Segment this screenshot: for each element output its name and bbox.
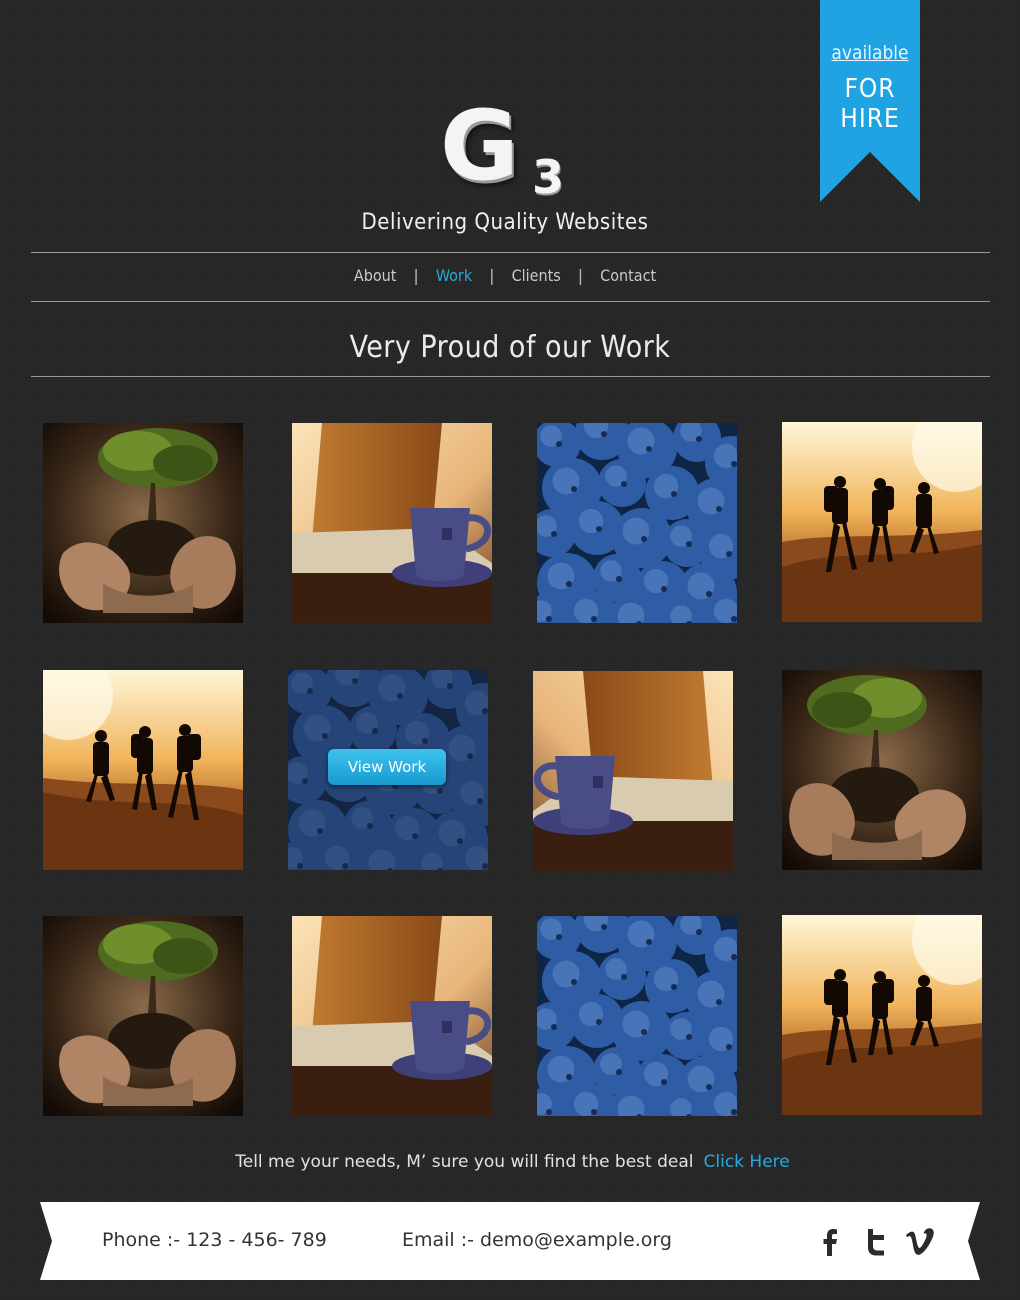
nav-bottom-divider: [31, 301, 990, 302]
footer-phone: Phone :- 123 - 456- 789: [102, 1229, 327, 1251]
portfolio-item-blueberries[interactable]: [537, 916, 737, 1116]
nav-item-work[interactable]: Work: [419, 266, 489, 285]
main-nav: About | Work | Clients | Contact: [0, 266, 1010, 285]
ribbon-hire-text: FOR HIRE: [840, 74, 900, 134]
portfolio-item-hikers[interactable]: [782, 422, 982, 622]
cta-text: Tell me your needs, M’ sure you will fin…: [235, 1152, 694, 1172]
footer-banner: Phone :- 123 - 456- 789 Email :- demo@ex…: [40, 1202, 980, 1280]
portfolio-item-hikers[interactable]: [782, 915, 982, 1115]
cta-line: Tell me your needs, M’ sure you will fin…: [0, 1152, 1020, 1172]
cta-click-here-link[interactable]: Click Here: [704, 1152, 790, 1172]
portfolio-item-hands-tree[interactable]: [782, 670, 982, 870]
view-work-button[interactable]: View Work: [328, 749, 446, 785]
facebook-icon[interactable]: [814, 1226, 846, 1258]
site-logo[interactable]: G 3: [440, 98, 580, 210]
portfolio-item-laptop-cup[interactable]: [533, 671, 733, 871]
logo-letter: G: [440, 90, 519, 202]
section-divider: [31, 376, 990, 377]
for-hire-ribbon[interactable]: available FOR HIRE: [820, 0, 920, 202]
footer-email[interactable]: Email :- demo@example.org: [402, 1229, 672, 1251]
site-tagline: Delivering Quality Websites: [361, 210, 649, 235]
nav-top-divider: [31, 252, 990, 253]
ribbon-available-text: available: [831, 42, 909, 64]
vimeo-icon[interactable]: [904, 1226, 936, 1258]
section-title: Very Proud of our Work: [349, 330, 671, 365]
portfolio-item-hands-tree[interactable]: [43, 423, 243, 623]
portfolio-item-laptop-cup[interactable]: [292, 916, 492, 1116]
twitter-icon[interactable]: [860, 1226, 892, 1258]
logo-number: 3: [532, 150, 565, 204]
portfolio-item-laptop-cup[interactable]: [292, 423, 492, 623]
portfolio-item-blueberries-hover[interactable]: View Work: [288, 670, 488, 870]
nav-item-clients[interactable]: Clients: [495, 266, 578, 285]
portfolio-item-hands-tree[interactable]: [43, 916, 243, 1116]
nav-item-about[interactable]: About: [337, 266, 414, 285]
portfolio-item-blueberries[interactable]: [537, 423, 737, 623]
portfolio-item-hikers[interactable]: [43, 670, 243, 870]
nav-item-contact[interactable]: Contact: [583, 266, 673, 285]
